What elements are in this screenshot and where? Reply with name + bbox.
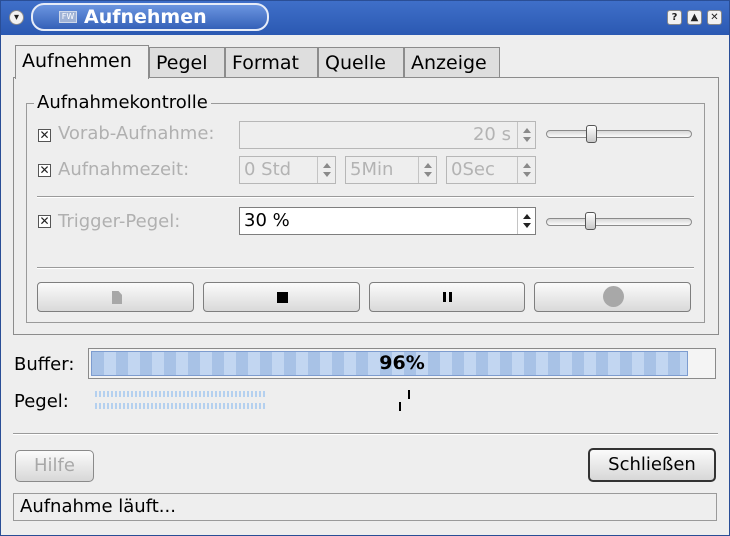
- group-title: Aufnahmekontrolle: [34, 92, 211, 113]
- separator: [37, 267, 694, 269]
- help-icon[interactable]: ?: [667, 10, 682, 25]
- close-button[interactable]: Schließen: [588, 448, 716, 482]
- spin-arrows[interactable]: [517, 157, 535, 183]
- trigger-slider-track[interactable]: [546, 218, 692, 226]
- rectime-label: Aufnahmezeit:: [58, 159, 190, 180]
- spin-down-icon[interactable]: [523, 223, 531, 228]
- trigger-slider-handle[interactable]: [585, 212, 596, 230]
- help-button[interactable]: Hilfe: [15, 450, 94, 482]
- window-menu-icon[interactable]: ▾: [9, 10, 24, 25]
- stop-button[interactable]: [203, 282, 360, 312]
- buffer-label: Buffer:: [14, 354, 75, 375]
- window-title: Aufnehmen: [84, 6, 207, 28]
- record-button[interactable]: [534, 282, 691, 312]
- spin-down-icon[interactable]: [523, 137, 531, 142]
- prerecord-spinbox[interactable]: 20 s: [239, 121, 536, 149]
- rectime-hours-value: 0 Std: [244, 159, 292, 180]
- spin-down-icon[interactable]: [424, 172, 432, 177]
- new-file-icon: [112, 291, 122, 304]
- prerecord-label: Vorab-Aufnahme:: [58, 123, 215, 144]
- window-app-icon: FW: [59, 11, 77, 23]
- buffer-progress-bar: 96%: [88, 348, 716, 379]
- trigger-spinbox[interactable]: 30 %: [239, 207, 536, 235]
- level-meter-left: [95, 391, 267, 397]
- level-peak-marker: [408, 390, 410, 399]
- tab-format[interactable]: Format: [225, 47, 318, 78]
- spin-arrows[interactable]: [317, 157, 335, 183]
- close-icon[interactable]: ✕: [707, 10, 722, 25]
- status-bar: Aufnahme läuft...: [13, 493, 717, 521]
- spin-up-icon[interactable]: [424, 163, 432, 168]
- rectime-seconds-spinbox[interactable]: 0Sec: [446, 156, 536, 184]
- tab-label: Quelle: [325, 52, 386, 74]
- pause-button[interactable]: [369, 282, 525, 312]
- spin-down-icon[interactable]: [523, 172, 531, 177]
- trigger-label: Trigger-Pegel:: [58, 211, 181, 232]
- spin-arrows[interactable]: [517, 122, 535, 148]
- level-label: Pegel:: [14, 391, 69, 412]
- level-meter-right: [95, 403, 267, 409]
- trigger-value: 30 %: [244, 210, 290, 231]
- tab-label: Format: [232, 52, 299, 74]
- stop-icon: [277, 292, 288, 303]
- spin-up-icon[interactable]: [523, 214, 531, 219]
- separator: [37, 196, 694, 198]
- rectime-minutes-value: 5Min: [350, 159, 394, 180]
- buffer-progress-text: 96%: [379, 352, 425, 374]
- tab-label: Pegel: [156, 52, 208, 74]
- level-peak-marker: [399, 402, 401, 411]
- rectime-minutes-spinbox[interactable]: 5Min: [345, 156, 437, 184]
- tab-label: Aufnehmen: [22, 50, 132, 72]
- rectime-seconds-value: 0Sec: [451, 159, 495, 180]
- tab-pegel[interactable]: Pegel: [149, 47, 225, 78]
- tab-aufnehmen[interactable]: Aufnehmen: [15, 45, 149, 79]
- prerecord-slider-track[interactable]: [546, 130, 692, 138]
- spin-up-icon[interactable]: [523, 128, 531, 133]
- spin-up-icon[interactable]: [323, 163, 331, 168]
- trigger-checkbox[interactable]: ✕: [38, 215, 51, 228]
- new-button[interactable]: [37, 282, 194, 312]
- tab-quelle[interactable]: Quelle: [318, 47, 404, 78]
- prerecord-value: 20 s: [472, 124, 511, 145]
- prerecord-checkbox[interactable]: ✕: [38, 129, 51, 142]
- tab-anzeige[interactable]: Anzeige: [404, 47, 500, 78]
- shade-icon[interactable]: ▲: [687, 10, 702, 25]
- spin-arrows[interactable]: [517, 208, 535, 234]
- prerecord-slider-handle[interactable]: [586, 125, 597, 143]
- title-bar[interactable]: ▾ FW Aufnehmen ? ▲ ✕: [1, 1, 729, 35]
- rectime-hours-spinbox[interactable]: 0 Std: [239, 156, 336, 184]
- record-icon: [603, 286, 624, 307]
- pause-icon: [443, 292, 452, 302]
- spin-down-icon[interactable]: [323, 172, 331, 177]
- rectime-checkbox[interactable]: ✕: [38, 164, 51, 177]
- spin-arrows[interactable]: [418, 157, 436, 183]
- record-dialog-window: ▾ FW Aufnehmen ? ▲ ✕ Aufnehmen Pegel For…: [0, 0, 730, 536]
- tab-label: Anzeige: [411, 52, 487, 74]
- spin-up-icon[interactable]: [523, 163, 531, 168]
- separator: [13, 433, 718, 435]
